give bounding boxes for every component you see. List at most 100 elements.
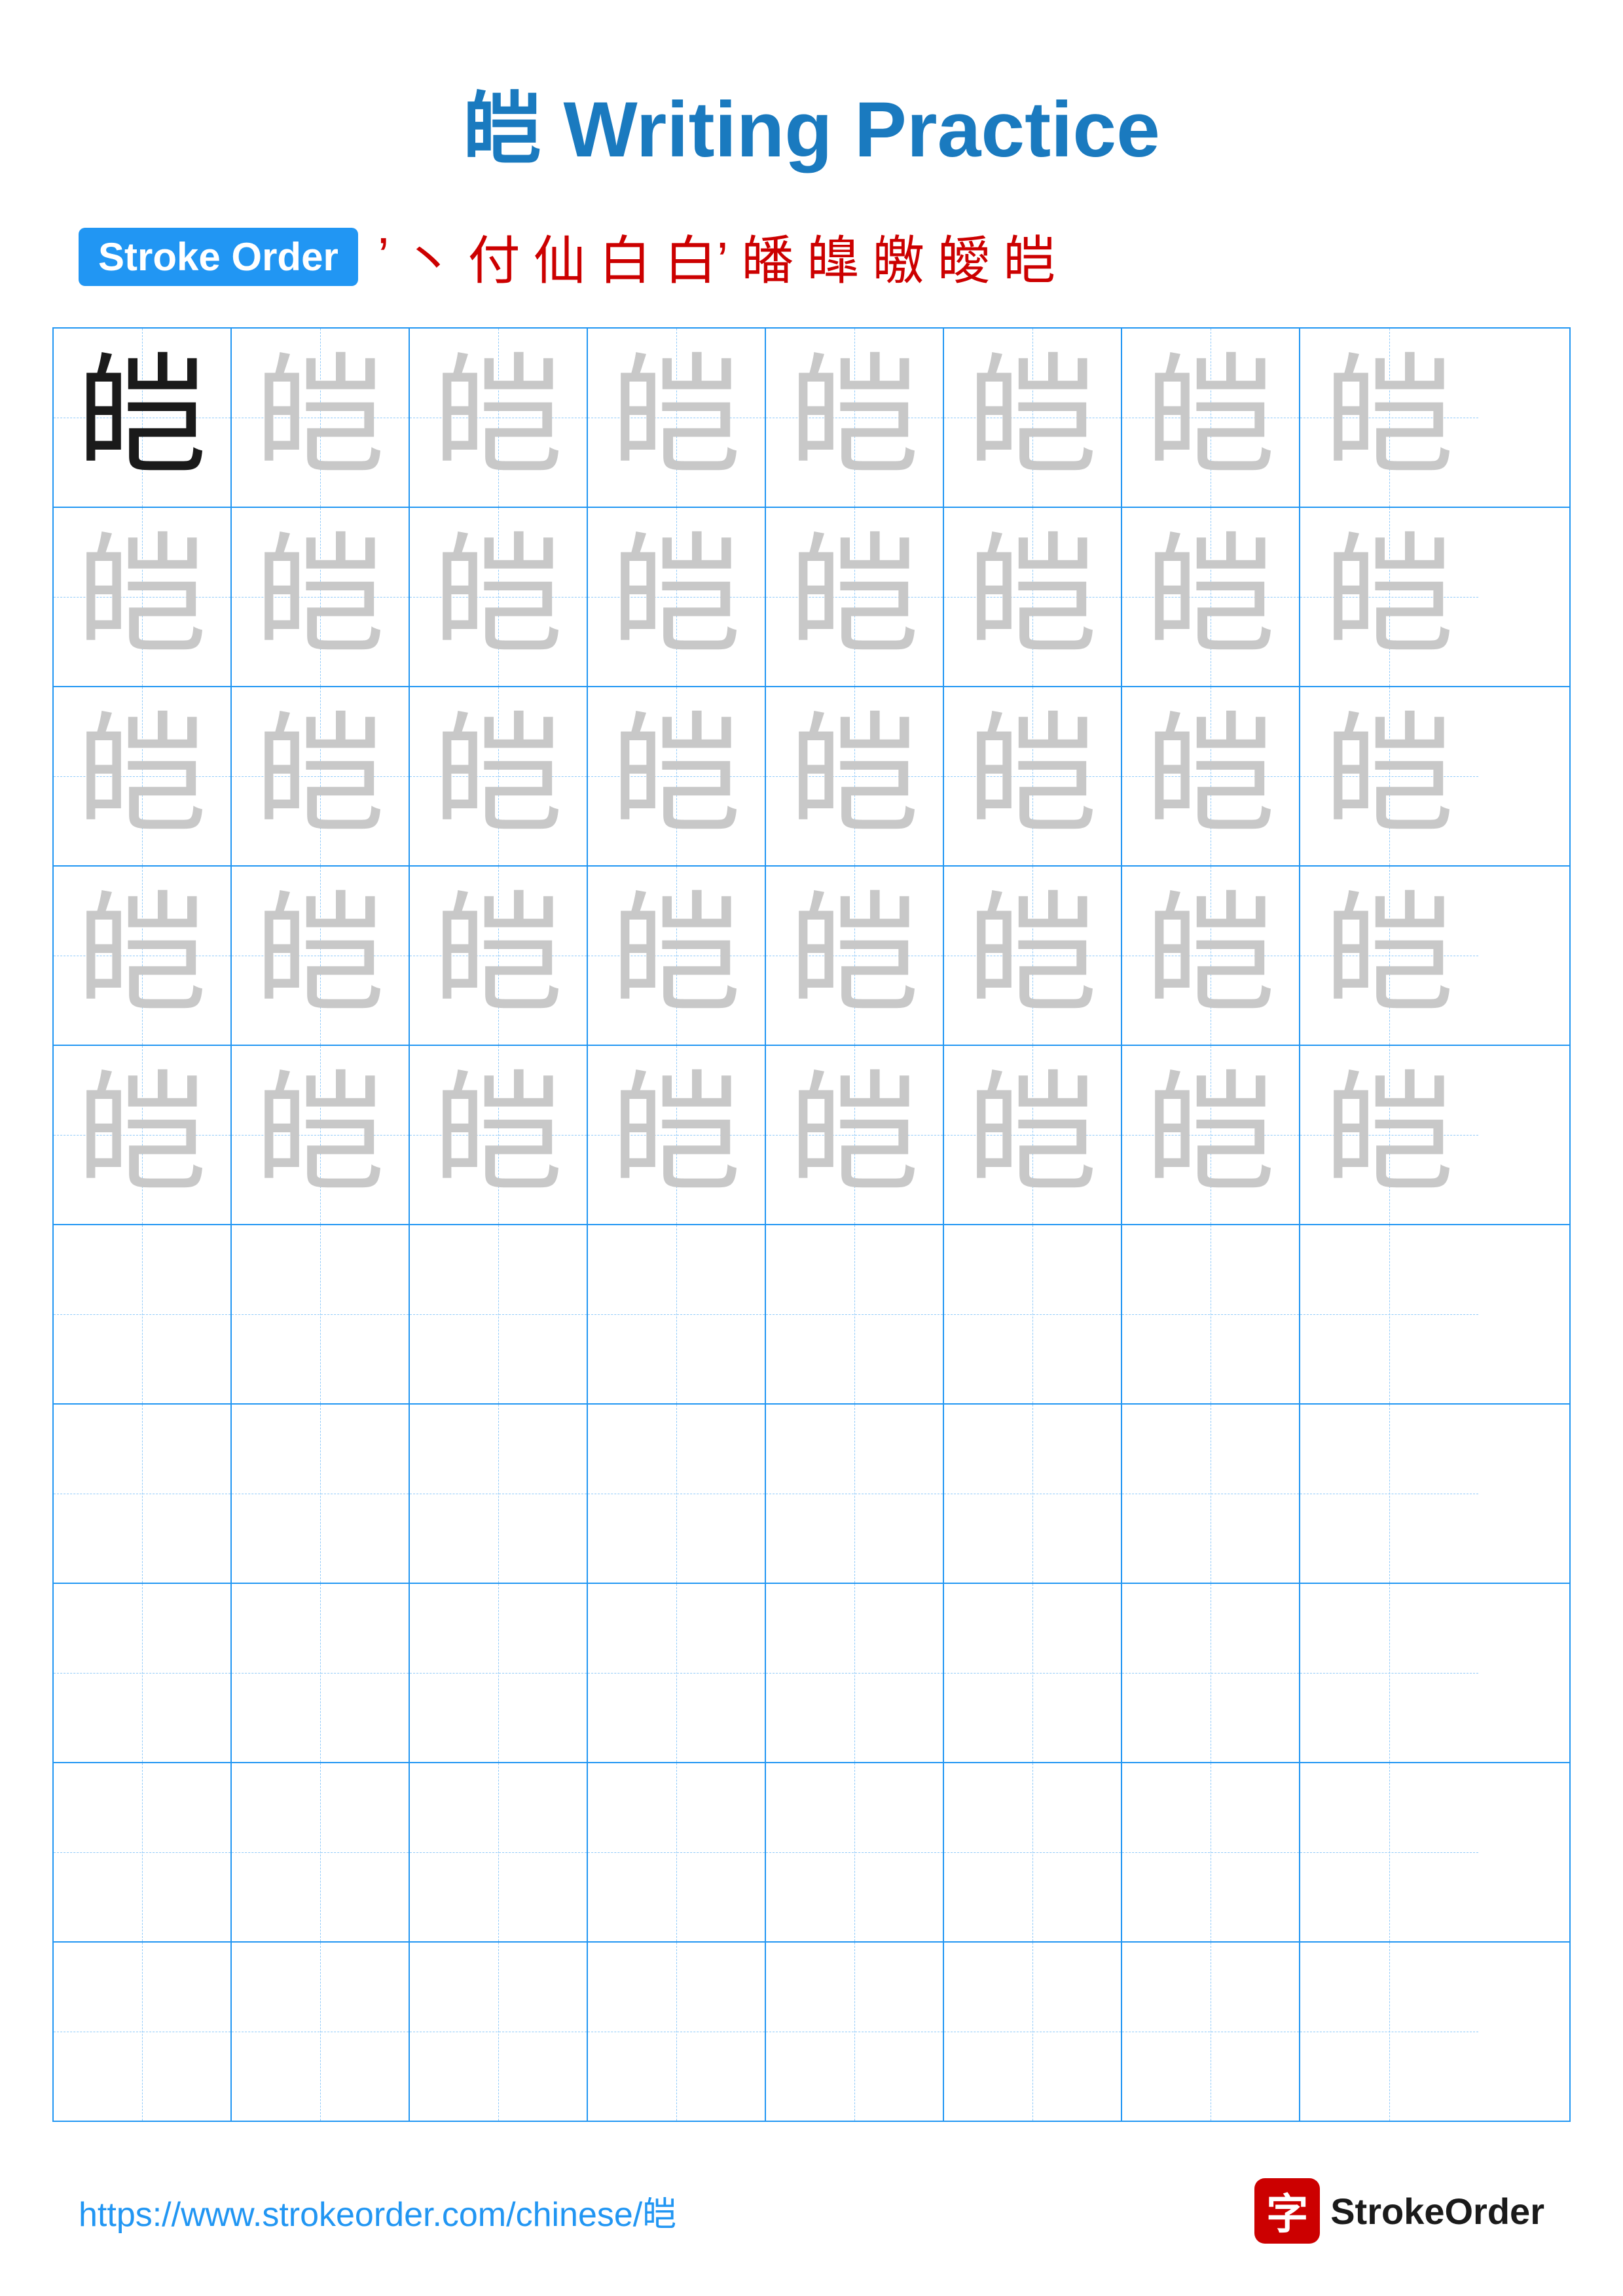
grid-cell-7-8[interactable] [1300, 1405, 1478, 1583]
grid-cell-10-3[interactable] [410, 1943, 588, 2121]
grid-cell-6-3[interactable] [410, 1225, 588, 1403]
footer-url[interactable]: https://www.strokeorder.com/chinese/皑 [79, 2187, 676, 2236]
grid-cell-3-4[interactable]: 皑 [588, 687, 766, 865]
grid-cell-8-3[interactable] [410, 1584, 588, 1762]
grid-cell-10-8[interactable] [1300, 1943, 1478, 2121]
stroke-char-7: 皤 [741, 219, 793, 295]
grid-cell-3-2[interactable]: 皑 [232, 687, 410, 865]
grid-cell-7-3[interactable] [410, 1405, 588, 1583]
page-title: 皑 Writing Practice [0, 0, 1623, 179]
stroke-char-5: 白 [599, 219, 651, 295]
grid-cell-6-6[interactable] [944, 1225, 1122, 1403]
grid-cell-2-3[interactable]: 皑 [410, 508, 588, 686]
grid-cell-7-2[interactable] [232, 1405, 410, 1583]
grid-cell-9-4[interactable] [588, 1763, 766, 1941]
grid-cell-3-7[interactable]: 皑 [1122, 687, 1300, 865]
title-char: 皑 [463, 86, 541, 173]
grid-cell-8-6[interactable] [944, 1584, 1122, 1762]
grid-cell-6-5[interactable] [766, 1225, 944, 1403]
grid-row-1: 皑 皑 皑 皑 皑 皑 皑 皑 [54, 329, 1569, 508]
grid-cell-10-6[interactable] [944, 1943, 1122, 2121]
grid-cell-7-6[interactable] [944, 1405, 1122, 1583]
char-light: 皑 [611, 352, 742, 483]
stroke-order-section: Stroke Order ’ 丶 付 仙 白 白’ 皤 皥 皦 皧 皑 [0, 219, 1623, 295]
char-light: 皑 [967, 352, 1098, 483]
grid-cell-9-6[interactable] [944, 1763, 1122, 1941]
grid-cell-1-8[interactable]: 皑 [1300, 329, 1478, 507]
grid-cell-4-4[interactable]: 皑 [588, 867, 766, 1045]
grid-cell-4-7[interactable]: 皑 [1122, 867, 1300, 1045]
grid-cell-9-8[interactable] [1300, 1763, 1478, 1941]
grid-cell-7-7[interactable] [1122, 1405, 1300, 1583]
grid-cell-10-5[interactable] [766, 1943, 944, 2121]
grid-cell-5-3[interactable]: 皑 [410, 1046, 588, 1224]
grid-cell-8-8[interactable] [1300, 1584, 1478, 1762]
grid-cell-5-7[interactable]: 皑 [1122, 1046, 1300, 1224]
grid-cell-1-3[interactable]: 皑 [410, 329, 588, 507]
grid-row-7 [54, 1405, 1569, 1584]
grid-cell-1-7[interactable]: 皑 [1122, 329, 1300, 507]
grid-cell-1-4[interactable]: 皑 [588, 329, 766, 507]
grid-cell-4-2[interactable]: 皑 [232, 867, 410, 1045]
grid-cell-9-2[interactable] [232, 1763, 410, 1941]
grid-cell-2-2[interactable]: 皑 [232, 508, 410, 686]
char-light: 皑 [255, 352, 386, 483]
grid-cell-10-2[interactable] [232, 1943, 410, 2121]
stroke-char-9: 皦 [872, 219, 924, 295]
grid-cell-8-5[interactable] [766, 1584, 944, 1762]
grid-cell-2-8[interactable]: 皑 [1300, 508, 1478, 686]
grid-cell-2-4[interactable]: 皑 [588, 508, 766, 686]
grid-cell-4-1[interactable]: 皑 [54, 867, 232, 1045]
grid-row-4: 皑 皑 皑 皑 皑 皑 皑 皑 [54, 867, 1569, 1046]
grid-cell-8-7[interactable] [1122, 1584, 1300, 1762]
stroke-char-6: 白’ [665, 219, 729, 295]
grid-cell-10-1[interactable] [54, 1943, 232, 2121]
grid-cell-1-2[interactable]: 皑 [232, 329, 410, 507]
grid-cell-6-1[interactable] [54, 1225, 232, 1403]
grid-cell-2-7[interactable]: 皑 [1122, 508, 1300, 686]
grid-cell-3-8[interactable]: 皑 [1300, 687, 1478, 865]
grid-cell-6-4[interactable] [588, 1225, 766, 1403]
grid-cell-3-1[interactable]: 皑 [54, 687, 232, 865]
grid-cell-6-7[interactable] [1122, 1225, 1300, 1403]
grid-cell-1-6[interactable]: 皑 [944, 329, 1122, 507]
logo-icon: 字 [1254, 2178, 1320, 2244]
grid-cell-5-2[interactable]: 皑 [232, 1046, 410, 1224]
grid-cell-4-6[interactable]: 皑 [944, 867, 1122, 1045]
grid-cell-8-2[interactable] [232, 1584, 410, 1762]
grid-cell-1-1[interactable]: 皑 [54, 329, 232, 507]
grid-cell-7-1[interactable] [54, 1405, 232, 1583]
grid-cell-5-1[interactable]: 皑 [54, 1046, 232, 1224]
grid-cell-3-5[interactable]: 皑 [766, 687, 944, 865]
grid-cell-1-5[interactable]: 皑 [766, 329, 944, 507]
grid-cell-7-5[interactable] [766, 1405, 944, 1583]
grid-cell-4-8[interactable]: 皑 [1300, 867, 1478, 1045]
grid-cell-10-7[interactable] [1122, 1943, 1300, 2121]
grid-cell-7-4[interactable] [588, 1405, 766, 1583]
grid-cell-5-6[interactable]: 皑 [944, 1046, 1122, 1224]
grid-cell-9-1[interactable] [54, 1763, 232, 1941]
grid-cell-6-8[interactable] [1300, 1225, 1478, 1403]
stroke-char-4: 仙 [534, 219, 586, 295]
grid-cell-8-1[interactable] [54, 1584, 232, 1762]
grid-cell-5-8[interactable]: 皑 [1300, 1046, 1478, 1224]
grid-cell-4-3[interactable]: 皑 [410, 867, 588, 1045]
grid-cell-5-5[interactable]: 皑 [766, 1046, 944, 1224]
stroke-char-11: 皑 [1003, 219, 1055, 295]
footer-logo-text: StrokeOrder [1330, 2190, 1544, 2233]
grid-cell-3-3[interactable]: 皑 [410, 687, 588, 865]
grid-cell-2-5[interactable]: 皑 [766, 508, 944, 686]
grid-cell-4-5[interactable]: 皑 [766, 867, 944, 1045]
stroke-char-3: 付 [468, 219, 520, 295]
grid-cell-9-3[interactable] [410, 1763, 588, 1941]
grid-cell-10-4[interactable] [588, 1943, 766, 2121]
grid-cell-9-5[interactable] [766, 1763, 944, 1941]
grid-cell-2-6[interactable]: 皑 [944, 508, 1122, 686]
grid-cell-5-4[interactable]: 皑 [588, 1046, 766, 1224]
grid-cell-6-2[interactable] [232, 1225, 410, 1403]
stroke-char-1: ’ [378, 226, 390, 287]
grid-cell-3-6[interactable]: 皑 [944, 687, 1122, 865]
grid-cell-9-7[interactable] [1122, 1763, 1300, 1941]
grid-cell-8-4[interactable] [588, 1584, 766, 1762]
grid-cell-2-1[interactable]: 皑 [54, 508, 232, 686]
